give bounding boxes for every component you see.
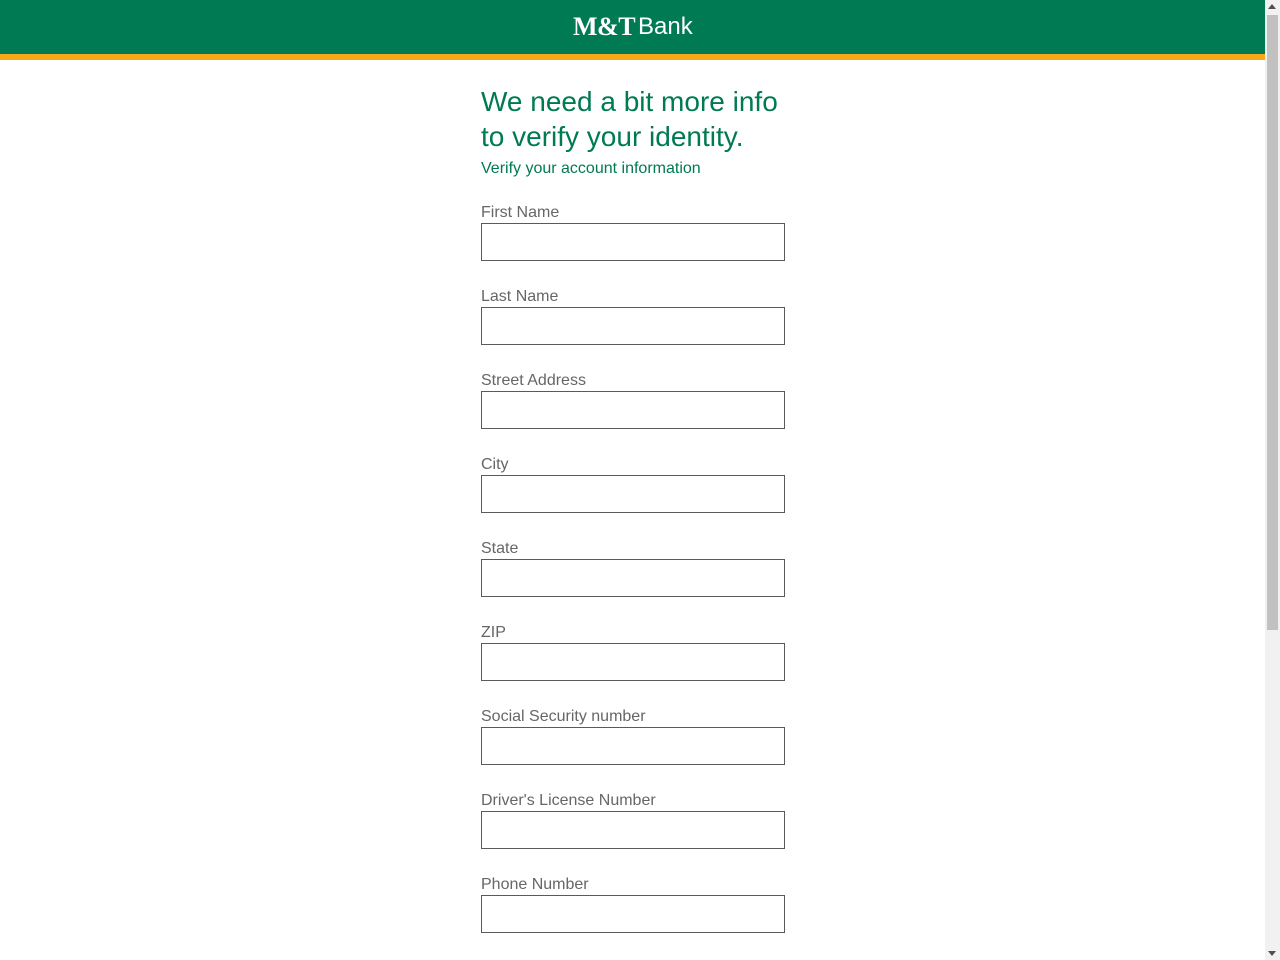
ssn-input[interactable]	[481, 727, 785, 765]
phone-number-field-group: Phone Number	[481, 875, 785, 959]
city-label: City	[481, 456, 509, 473]
header-accent-stripe	[0, 54, 1265, 60]
drivers-license-label: Driver's License Number	[481, 792, 656, 809]
zip-label: ZIP	[481, 624, 506, 641]
last-name-label: Last Name	[481, 288, 559, 305]
ssn-label: Social Security number	[481, 708, 646, 725]
city-field-group: City	[481, 455, 785, 539]
logo-bank-text: Bank	[638, 13, 693, 40]
drivers-license-field-group: Driver's License Number	[481, 791, 785, 875]
scrollbar-thumb[interactable]	[1267, 15, 1278, 630]
first-name-label: First Name	[481, 204, 560, 221]
state-label: State	[481, 540, 519, 557]
scroll-down-arrow-icon[interactable]	[1268, 951, 1276, 956]
street-address-label: Street Address	[481, 372, 586, 389]
zip-field-group: ZIP	[481, 623, 785, 707]
city-input[interactable]	[481, 475, 785, 513]
verification-panel: We need a bit more info to verify your i…	[481, 84, 785, 959]
vertical-scrollbar[interactable]	[1265, 0, 1280, 960]
page-title-line-1: We need a bit more info	[481, 86, 778, 117]
first-name-field-group: First Name	[481, 203, 785, 287]
verification-form: First Name Last Name Street Address City…	[481, 203, 785, 959]
mt-bank-logo[interactable]: M&T Bank	[573, 12, 693, 42]
last-name-input[interactable]	[481, 307, 785, 345]
first-name-input[interactable]	[481, 223, 785, 261]
drivers-license-input[interactable]	[481, 811, 785, 849]
street-address-input[interactable]	[481, 391, 785, 429]
phone-number-label: Phone Number	[481, 876, 589, 893]
zip-input[interactable]	[481, 643, 785, 681]
logo-mt-text: M&T	[573, 12, 636, 41]
header-bar: M&T Bank	[0, 0, 1265, 54]
phone-number-input[interactable]	[481, 895, 785, 933]
scroll-up-arrow-icon[interactable]	[1268, 4, 1276, 9]
ssn-field-group: Social Security number	[481, 707, 785, 791]
page: M&T Bank We need a bit more info to verif…	[0, 0, 1280, 960]
page-subtitle: Verify your account information	[481, 160, 701, 177]
state-field-group: State	[481, 539, 785, 623]
state-input[interactable]	[481, 559, 785, 597]
street-address-field-group: Street Address	[481, 371, 785, 455]
last-name-field-group: Last Name	[481, 287, 785, 371]
page-title: We need a bit more info to verify your i…	[481, 84, 785, 154]
page-title-line-2: to verify your identity.	[481, 121, 744, 152]
